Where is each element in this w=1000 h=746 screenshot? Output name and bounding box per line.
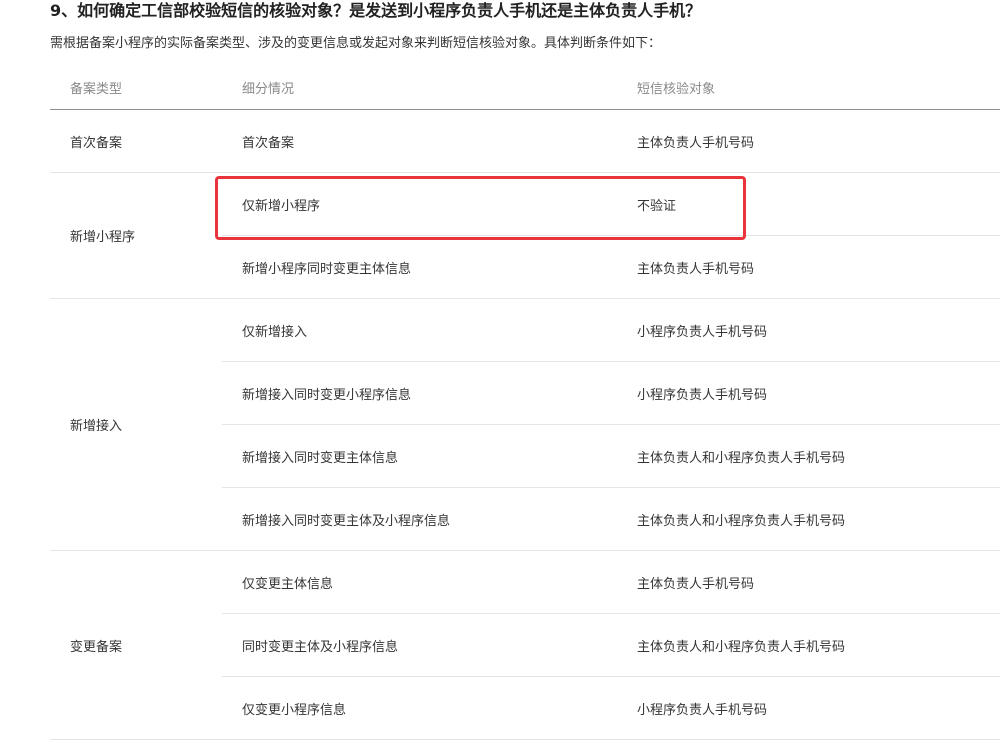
table-header-row: 备案类型 细分情况 短信核验对象: [50, 66, 1000, 110]
sub-case-cell: 新增小程序同时变更主体信息: [222, 235, 617, 299]
sub-case-cell: 仅变更小程序信息: [222, 676, 617, 740]
table-row: 新增接入 仅新增接入 小程序负责人手机号码: [50, 298, 1000, 551]
sub-case-cell: 新增接入同时变更主体信息: [222, 424, 617, 488]
verification-target-cell: 小程序负责人手机号码: [617, 676, 1000, 740]
sub-case-cell: 同时变更主体及小程序信息: [222, 613, 617, 677]
verification-target-cell: 主体负责人手机号码: [617, 235, 1000, 299]
verification-target-cell: 主体负责人手机号码: [617, 550, 1000, 614]
table-row: 首次备案 首次备案 主体负责人手机号码: [50, 109, 1000, 173]
faq-description: 需根据备案小程序的实际备案类型、涉及的变更信息或发起对象来判断短信核验对象。具体…: [50, 36, 662, 51]
faq-question-title: 9、如何确定工信部校验短信的核验对象？是发送到小程序负责人手机还是主体负责人手机…: [50, 1, 702, 20]
page: 9、如何确定工信部校验短信的核验对象？是发送到小程序负责人手机还是主体负责人手机…: [0, 0, 1000, 746]
sub-case-cell: 新增接入同时变更小程序信息: [222, 361, 617, 425]
verification-target-cell: 不验证: [617, 172, 1000, 236]
sub-case-cell: 仅新增接入: [222, 298, 617, 362]
header-verification-target: 短信核验对象: [617, 66, 1000, 110]
record-type-cell: 首次备案: [50, 109, 222, 173]
header-sub-case: 细分情况: [222, 66, 617, 110]
table-row: 新增小程序 仅新增小程序 不验证: [50, 172, 1000, 299]
header-record-type: 备案类型: [50, 66, 222, 110]
record-type-cell: 新增接入: [50, 298, 222, 551]
verification-target-cell: 主体负责人和小程序负责人手机号码: [617, 487, 1000, 551]
verification-target-cell: 小程序负责人手机号码: [617, 298, 1000, 362]
sub-case-cell: 新增接入同时变更主体及小程序信息: [222, 487, 617, 551]
sub-case-cell: 仅变更主体信息: [222, 550, 617, 614]
record-type-cell: 变更备案: [50, 550, 222, 740]
record-type-cell: 新增小程序: [50, 172, 222, 299]
sub-case-cell: 首次备案: [222, 109, 617, 173]
verification-target-cell: 小程序负责人手机号码: [617, 361, 1000, 425]
sub-case-cell: 仅新增小程序: [222, 172, 617, 236]
table-row: 变更备案 仅变更主体信息 主体负责人手机号码: [50, 550, 1000, 740]
verification-target-cell: 主体负责人手机号码: [617, 109, 1000, 173]
verification-target-cell: 主体负责人和小程序负责人手机号码: [617, 613, 1000, 677]
verification-target-cell: 主体负责人和小程序负责人手机号码: [617, 424, 1000, 488]
verification-rules-table: 备案类型 细分情况 短信核验对象 首次备案 首次备案 主体负责人手机号码 新增小…: [50, 66, 1000, 740]
